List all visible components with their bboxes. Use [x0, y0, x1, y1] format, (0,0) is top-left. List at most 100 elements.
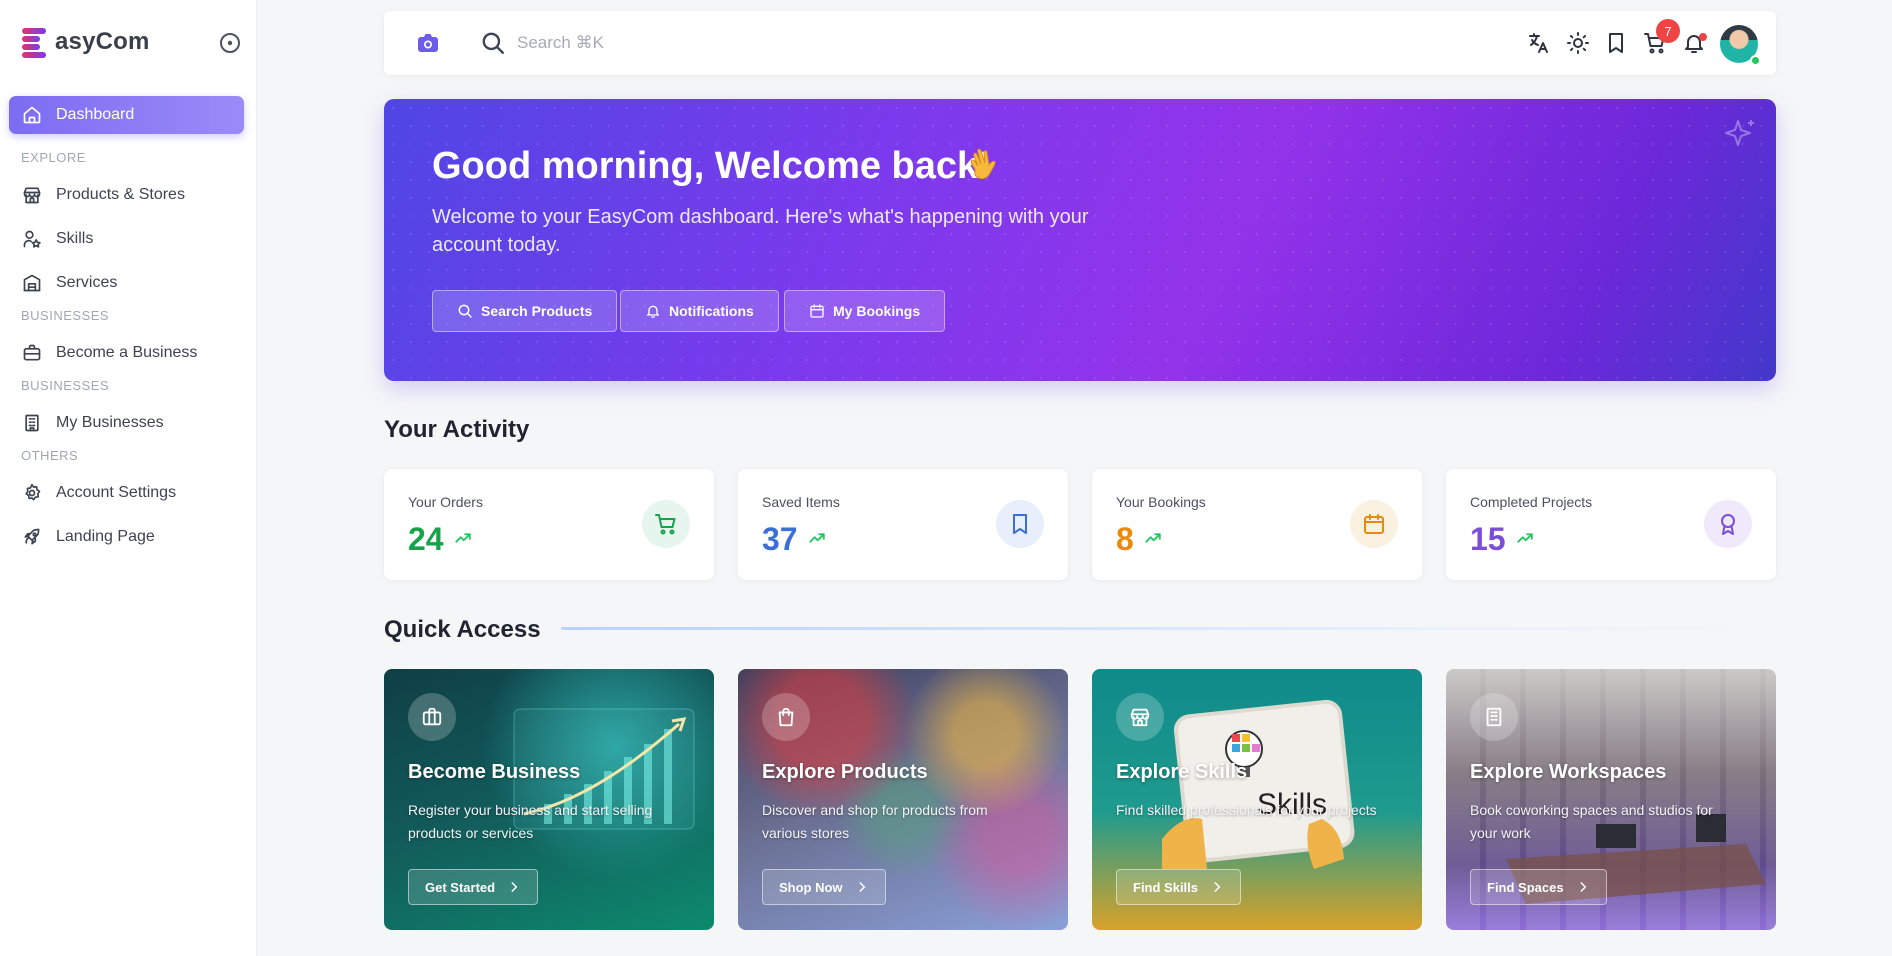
quick-card-become-business[interactable]: Become Business Register your business a…: [384, 669, 714, 930]
stat-icon: [996, 500, 1044, 548]
stat-card-orders[interactable]: Your Orders 24: [384, 469, 714, 580]
find-spaces-button[interactable]: Find Spaces: [1470, 869, 1607, 905]
office-building-icon: [25, 414, 39, 432]
stat-value: 37: [762, 521, 798, 557]
calendar-icon: [1364, 514, 1384, 534]
button-label: My Bookings: [833, 303, 921, 319]
rocket-icon: [24, 528, 40, 545]
stat-label: Saved Items: [762, 494, 840, 510]
top-bar: 7: [384, 11, 1776, 75]
sidebar-item-label: Account Settings: [56, 484, 177, 501]
search-icon[interactable]: [480, 30, 506, 56]
qa-title: Explore Products: [762, 761, 928, 783]
stat-card-completed-projects[interactable]: Completed Projects 15: [1446, 469, 1776, 580]
search-icon: [458, 304, 472, 318]
search-products-button[interactable]: Search Products: [432, 290, 618, 332]
sidebar-item-label: Become a Business: [56, 344, 198, 361]
stat-card-bookings[interactable]: Your Bookings 8: [1092, 469, 1422, 580]
trend-up-icon: [455, 533, 471, 543]
calendar-icon: [810, 304, 824, 318]
award-icon: [1721, 514, 1735, 535]
stat-card-saved-items[interactable]: Saved Items 37: [738, 469, 1068, 580]
stat-value: 15: [1470, 521, 1506, 557]
qa-icon: [1470, 693, 1518, 741]
briefcase-icon: [23, 344, 41, 361]
notifications-button[interactable]: Notifications: [620, 290, 779, 332]
search-input[interactable]: [517, 27, 817, 59]
sparkle-icon: [1725, 120, 1754, 146]
quick-card-explore-skills[interactable]: Skills Explore Skills Find skilled profe…: [1092, 669, 1422, 930]
section-label-explore: EXPLORE: [21, 150, 86, 165]
qa-description: Find skilled professionals for your proj…: [1116, 802, 1377, 818]
button-label: Find Skills: [1133, 879, 1199, 895]
find-skills-button[interactable]: Find Skills: [1116, 869, 1242, 905]
stat-label: Your Bookings: [1116, 494, 1206, 510]
chevron-right-icon: [1214, 882, 1221, 892]
sidebar-item-skills[interactable]: Skills: [9, 220, 244, 258]
button-label: Shop Now: [779, 879, 843, 895]
sidebar-item-label: Skills: [56, 230, 94, 247]
camera-icon[interactable]: [416, 31, 440, 55]
store-icon: [23, 187, 41, 204]
gear-icon: [25, 483, 41, 501]
notification-dot: [1699, 33, 1707, 41]
get-started-button[interactable]: Get Started: [408, 869, 539, 905]
cart-icon: [655, 514, 676, 535]
sidebar-item-landing-page[interactable]: Landing Page: [9, 518, 244, 556]
online-status-dot: [1750, 55, 1761, 66]
qa-icon: [1116, 693, 1164, 741]
briefcase-icon: [422, 707, 442, 726]
sidebar-item-label: Landing Page: [56, 528, 155, 545]
bookmark-icon[interactable]: [1604, 31, 1628, 55]
sidebar-item-dashboard[interactable]: Dashboard: [9, 96, 244, 134]
home-icon: [23, 106, 41, 124]
sidebar-item-products-stores[interactable]: Products & Stores: [9, 176, 244, 214]
office-building-icon: [1486, 707, 1502, 727]
welcome-title: Good morning, Welcome back!: [432, 145, 991, 187]
button-label: Search Products: [481, 303, 593, 319]
chevron-right-icon: [511, 882, 518, 892]
bell-icon: [647, 305, 659, 318]
sidebar-item-label: My Businesses: [56, 414, 164, 431]
qa-icon: [762, 693, 810, 741]
button-label: Get Started: [425, 879, 496, 895]
qa-title: Become Business: [408, 761, 581, 783]
sidebar-toggle-icon[interactable]: [220, 33, 240, 53]
stat-value: 24: [408, 521, 444, 557]
welcome-subtitle: Welcome to your EasyCom dashboard. Here'…: [432, 206, 1089, 256]
section-label-businesses: BUSINESSES: [21, 308, 110, 323]
brand-logo[interactable]: asyCom: [22, 26, 150, 58]
sidebar-item-account-settings[interactable]: Account Settings: [9, 474, 244, 512]
section-divider: [561, 627, 1761, 630]
chevron-right-icon: [859, 882, 865, 892]
qa-title: Explore Workspaces: [1470, 761, 1667, 783]
welcome-banner: Good morning, Welcome back! Welcome to y…: [384, 99, 1776, 381]
user-star-icon: [23, 230, 41, 248]
sidebar-item-my-businesses[interactable]: My Businesses: [9, 404, 244, 442]
sidebar-item-services[interactable]: Services: [9, 264, 244, 302]
cart-count-badge: 7: [1656, 19, 1680, 43]
stat-icon: [1704, 500, 1752, 548]
bookmark-icon: [1013, 514, 1027, 534]
stat-icon: [1350, 500, 1398, 548]
chevron-right-icon: [1580, 882, 1586, 892]
qa-icon: [408, 693, 456, 741]
sidebar-item-label: Dashboard: [56, 106, 135, 123]
button-label: Find Spaces: [1487, 879, 1564, 895]
qa-description: Discover and shop for products from vari…: [762, 802, 988, 841]
section-label-others: OTHERS: [21, 448, 79, 463]
qa-description: Register your business and start selling…: [408, 802, 653, 841]
sidebar-item-become-business[interactable]: Become a Business: [9, 334, 244, 372]
sidebar: asyCom Dashboard EXPLORE Products & Stor…: [0, 0, 257, 956]
sun-icon[interactable]: [1566, 31, 1590, 55]
quick-card-explore-workspaces[interactable]: Explore Workspaces Book coworking spaces…: [1446, 669, 1776, 930]
quick-card-explore-products[interactable]: Explore Products Discover and shop for p…: [738, 669, 1068, 930]
stat-label: Your Orders: [408, 494, 483, 510]
button-label: Notifications: [669, 303, 754, 319]
translate-icon[interactable]: [1527, 31, 1551, 55]
my-bookings-button[interactable]: My Bookings: [784, 290, 946, 332]
sidebar-menu: Dashboard EXPLORE Products & Stores Skil…: [9, 96, 244, 562]
shop-now-button[interactable]: Shop Now: [762, 869, 886, 905]
trend-up-icon: [1517, 533, 1533, 543]
brand-mark-icon: [22, 27, 52, 58]
